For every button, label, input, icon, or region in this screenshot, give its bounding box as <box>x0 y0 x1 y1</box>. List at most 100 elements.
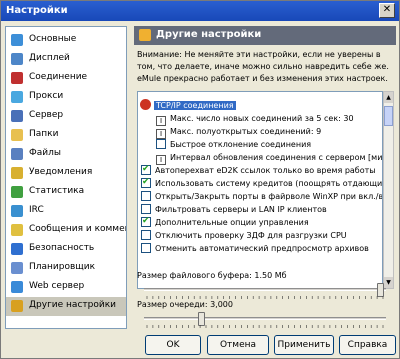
checkbox[interactable] <box>141 204 151 214</box>
sidebar-item-label: Папки <box>29 129 59 139</box>
messages-icon <box>11 224 23 236</box>
scroll-up-icon[interactable]: ▲ <box>384 92 393 103</box>
checkbox[interactable] <box>141 176 151 189</box>
tree-option-item[interactable]: Автоперехват eD2K ссылок только во время… <box>138 163 382 176</box>
tree-group-tcpip[interactable]: TCP/IP соединения <box>138 98 382 111</box>
queue-size-label: Размер очереди: 3,000 <box>137 300 233 309</box>
sidebar-item[interactable]: Сервер <box>6 107 126 126</box>
sidebar-item[interactable]: Папки <box>6 126 126 145</box>
warning-text: Внимание: Не меняйте эти настройки, если… <box>137 50 389 83</box>
tree-option-item[interactable]: Отключить проверку ЗДФ для разгрузки CPU <box>138 228 382 241</box>
tree-item-label: Макс. число новых соединений за 5 сек: 3… <box>170 114 354 123</box>
close-button[interactable]: ✕ <box>379 3 395 18</box>
tree-item-label: Автоперехват eD2K ссылок только во время… <box>155 166 376 175</box>
server-icon <box>11 110 23 122</box>
settings-window: Настройки ✕ Основные Дисплей Соединение Про… <box>0 0 400 359</box>
sidebar-item[interactable]: Web сервер <box>6 278 126 297</box>
tree-child-item[interactable]: I Макс. полуоткрытых соединений: 9 <box>138 124 382 139</box>
tree-option-item[interactable]: Фильтровать серверы и LAN IP клиентов <box>138 202 382 215</box>
scheduler-icon <box>11 262 23 274</box>
queue-size-slider-thumb[interactable] <box>198 312 206 326</box>
settings-panel: Другие настройки Внимание: Не меняйте эт… <box>134 26 396 329</box>
sidebar-item[interactable]: IRC <box>6 202 126 221</box>
ok-button[interactable]: OK <box>145 335 201 355</box>
network-icon <box>140 99 151 110</box>
sidebar-item[interactable]: Прокси <box>6 88 126 107</box>
tree-item-label: Макс. полуоткрытых соединений: 9 <box>170 127 322 136</box>
display-icon <box>11 53 23 65</box>
tree-child-item[interactable]: Быстрое отклонение соединения <box>138 137 382 150</box>
sidebar-item-label: Web сервер <box>29 281 85 291</box>
statistics-icon <box>11 186 23 198</box>
cancel-button[interactable]: Отмена <box>207 335 269 355</box>
irc-icon <box>11 205 23 217</box>
tree-item-label: Интервал обновления соединения с серверо… <box>170 153 383 162</box>
checkbox[interactable] <box>141 243 151 253</box>
panel-header: Другие настройки <box>134 26 396 45</box>
sidebar-item[interactable]: Файлы <box>6 145 126 164</box>
checkbox[interactable] <box>141 191 151 201</box>
sidebar-item-label: Сообщения и комментарии <box>29 224 126 234</box>
sidebar-item[interactable]: Статистика <box>6 183 126 202</box>
tree-item-label: Открыть/Закрыть порты в файрволе WinXP п… <box>155 192 383 201</box>
sidebar-item-label: IRC <box>29 205 44 215</box>
tree-option-item[interactable]: Использовать систему кредитов (поощрять … <box>138 176 382 189</box>
sidebar-item-label: Соединение <box>29 72 88 82</box>
settings-sidebar: Основные Дисплей Соединение Прокси Сервер Пап… <box>5 26 127 329</box>
tree-option-item[interactable]: Дополнительные опции управления <box>138 215 382 228</box>
tree-child-item[interactable]: I Интервал обновления соединения с сервер… <box>138 150 383 165</box>
checkbox[interactable] <box>141 163 151 176</box>
sidebar-item[interactable]: Другие настройки <box>6 297 126 316</box>
tree-vertical-scrollbar[interactable]: ▲ ▼ <box>383 91 394 289</box>
settings-tree: TCP/IP соединения I Макс. число новых соед… <box>137 91 383 289</box>
sidebar-item-label: Основные <box>29 34 77 44</box>
files-icon <box>11 148 23 160</box>
web-server-icon <box>11 281 23 293</box>
tree-item-label: Отменить автоматический предпросмотр арх… <box>155 244 369 253</box>
sidebar-item-label: Другие настройки <box>29 300 116 310</box>
tree-item-label: Фильтровать серверы и LAN IP клиентов <box>155 205 327 214</box>
sidebar-item-label: Статистика <box>29 186 85 196</box>
sidebar-item[interactable]: Сообщения и комментарии <box>6 221 126 240</box>
tree-child-item[interactable]: I Макс. число новых соединений за 5 сек: … <box>138 111 382 126</box>
sidebar-item-label: Уведомления <box>29 167 93 177</box>
tree-item-label: Быстрое отклонение соединения <box>170 140 312 149</box>
queue-size-track <box>144 317 386 320</box>
file-buffer-label: Размер файлового буфера: 1.50 Мб <box>137 271 287 280</box>
proxy-icon <box>11 91 23 103</box>
scroll-down-icon[interactable]: ▼ <box>384 277 393 288</box>
sidebar-item[interactable]: Соединение <box>6 69 126 88</box>
scroll-thumb[interactable] <box>384 106 393 126</box>
help-button[interactable]: Справка <box>339 335 396 355</box>
tree-option-item[interactable]: Отменить автоматический предпросмотр арх… <box>138 241 382 254</box>
sidebar-item[interactable]: Планировщик <box>6 259 126 278</box>
sidebar-list: Основные Дисплей Соединение Прокси Сервер Пап… <box>6 27 126 316</box>
tree-item-label: Отключить проверку ЗДФ для разгрузки CPU <box>155 231 347 240</box>
file-buffer-track <box>144 288 386 291</box>
sidebar-item-label: Дисплей <box>29 53 70 63</box>
checkbox[interactable] <box>156 139 166 149</box>
checkbox[interactable] <box>141 215 151 228</box>
sidebar-item-label: Файлы <box>29 148 61 158</box>
sidebar-item-label: Безопасность <box>29 243 95 253</box>
title-bar: Настройки ✕ <box>1 1 399 21</box>
gear-icon <box>11 34 23 46</box>
connection-icon <box>11 72 23 84</box>
tree-option-item[interactable]: Открыть/Закрыть порты в файрволе WinXP п… <box>138 189 382 202</box>
sidebar-item[interactable]: Дисплей <box>6 50 126 69</box>
sidebar-item[interactable]: Основные <box>6 31 126 50</box>
tree-item-label: Дополнительные опции управления <box>155 218 309 227</box>
sidebar-item[interactable]: Уведомления <box>6 164 126 183</box>
folder-icon <box>11 129 23 141</box>
notifications-icon <box>11 167 23 179</box>
panel-title: Другие настройки <box>156 29 262 40</box>
queue-size-ticks <box>146 325 384 328</box>
tree-group-label: TCP/IP соединения <box>154 101 236 110</box>
tree-item-label: Использовать систему кредитов (поощрять … <box>155 179 383 188</box>
apply-button[interactable]: Применить <box>274 335 334 355</box>
file-buffer-slider-thumb[interactable] <box>376 283 384 297</box>
window-title: Настройки <box>6 5 68 16</box>
checkbox[interactable] <box>141 230 151 240</box>
sidebar-item[interactable]: Безопасность <box>6 240 126 259</box>
sidebar-item-label: Планировщик <box>29 262 96 272</box>
